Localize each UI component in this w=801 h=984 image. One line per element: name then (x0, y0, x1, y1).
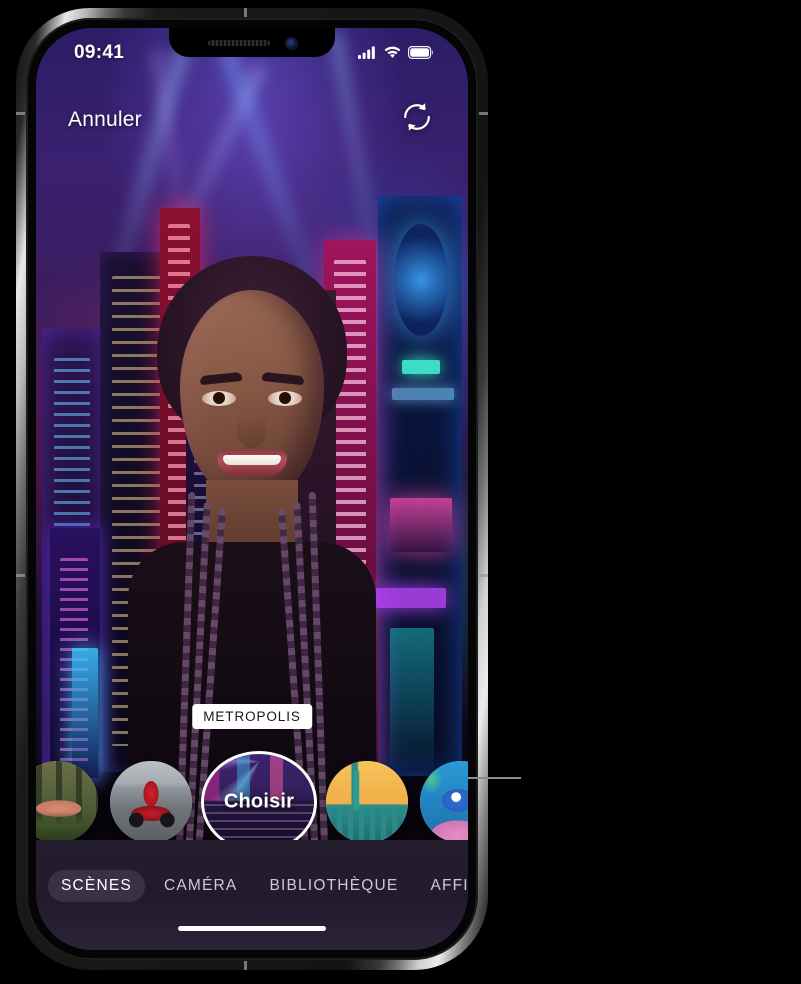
scene-thumb-metropolis[interactable]: Choisir (204, 754, 314, 850)
status-bar-icons (358, 46, 434, 59)
active-scene-name-label: METROPOLIS (192, 704, 312, 729)
nose (237, 414, 267, 448)
phone-bezel: 09:41 Annuler METROPOLIS Choisir SCÈNES … (26, 18, 478, 960)
front-camera-icon (285, 37, 297, 49)
antenna-band (244, 961, 247, 970)
earpiece-speaker-icon (207, 40, 270, 46)
pupil (213, 391, 225, 404)
antenna-band (16, 112, 25, 115)
camera-flip-icon[interactable] (398, 98, 436, 136)
antenna-band (479, 574, 488, 577)
tab-posters[interactable]: AFFICHES (417, 870, 468, 902)
neon-sign-teal (402, 360, 440, 374)
thumb-art-grass (36, 761, 98, 843)
scene-thumb-motorcycle[interactable] (110, 761, 192, 843)
scene-thumb-bridge[interactable] (326, 761, 408, 843)
antenna-band (16, 574, 25, 577)
eye-left (202, 391, 236, 406)
antenna-band (479, 112, 488, 115)
signal-bars-icon (358, 46, 375, 59)
neon-sign-blue (392, 388, 454, 400)
battery-full-icon (408, 46, 434, 59)
pupil (279, 391, 291, 404)
neon-billboard-pink (390, 498, 452, 552)
face (180, 290, 324, 500)
tab-library[interactable]: BIBLIOTHÈQUE (256, 870, 411, 902)
tab-camera[interactable]: CAMÉRA (151, 870, 251, 902)
neon-sign-purple (376, 588, 446, 608)
home-indicator[interactable] (178, 926, 326, 931)
phone-device-frame: 09:41 Annuler METROPOLIS Choisir SCÈNES … (16, 8, 488, 970)
eye-right (268, 391, 302, 406)
wifi-icon (384, 46, 401, 58)
thumb-art-wheels (110, 761, 192, 843)
bottom-tab-bar: SCÈNES CAMÉRA BIBLIOTHÈQUE AFFICHES (36, 840, 468, 950)
cancel-button[interactable]: Annuler (66, 104, 144, 136)
antenna-band (244, 8, 247, 17)
phone-screen: 09:41 Annuler METROPOLIS Choisir SCÈNES … (36, 28, 468, 950)
eyebrow-right (261, 371, 305, 386)
mouth (217, 450, 287, 476)
eyebrow-left (199, 371, 243, 386)
teeth (223, 455, 281, 465)
neon-billboard-blue (394, 224, 448, 336)
scene-thumb-underwater[interactable] (420, 761, 468, 843)
thumb-art-coral (420, 761, 468, 843)
thumb-art-bridge-skyline (326, 811, 408, 843)
device-notch (169, 28, 335, 57)
status-bar-clock: 09:41 (74, 42, 125, 63)
choose-button-label: Choisir (223, 790, 295, 813)
scene-thumb-forest-deer[interactable] (36, 761, 98, 843)
tab-scenes[interactable]: SCÈNES (48, 870, 145, 902)
